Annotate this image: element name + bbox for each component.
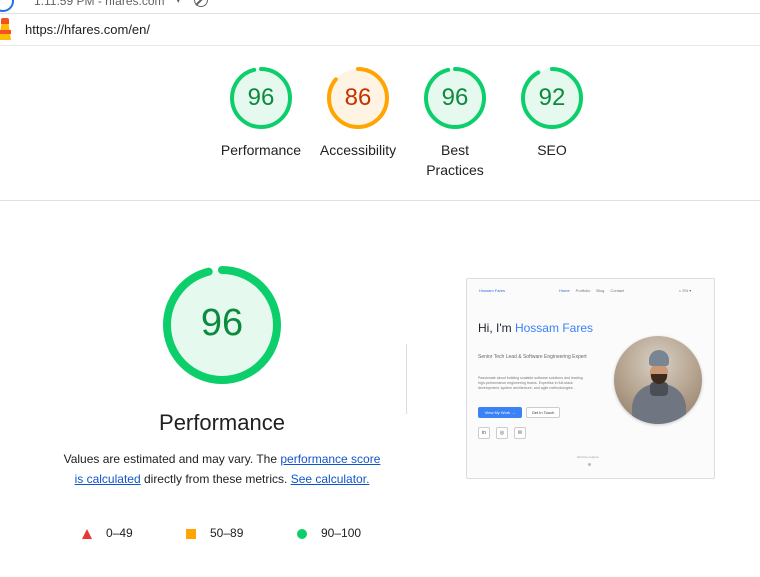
gauge-accessibility[interactable]: 86 — [325, 65, 391, 131]
preview-get-in-touch-button: Get In Touch — [526, 407, 560, 418]
preview-nav-blog: Blog — [596, 288, 605, 293]
performance-title: Performance — [159, 410, 285, 435]
preview-profile-photo — [614, 336, 702, 424]
section-divider — [0, 200, 760, 201]
audited-url[interactable]: https://hfares.com/en/ — [25, 22, 150, 37]
final-screenshot[interactable]: Hossam Fares Home Portfolio Blog Contact ◐ … — [466, 278, 715, 479]
preview-navbar: Hossam Fares Home Portfolio Blog Contact ◐ … — [467, 279, 714, 301]
vertical-separator — [406, 344, 407, 414]
profile-icon[interactable] — [0, 0, 14, 12]
desc-text-2: directly from these metrics. — [140, 472, 291, 486]
chevron-down-icon[interactable]: ▾ — [176, 0, 181, 6]
preview-view-work-button: View My Work → — [478, 407, 522, 418]
top-strip: 1:11:59 PM - hfares.com ▾ — [0, 0, 760, 14]
preview-nav-contact: Contact — [610, 288, 625, 293]
preview-nav-links: Home Portfolio Blog Contact — [559, 288, 630, 293]
preview-greeting: Hi, I'm — [478, 321, 515, 335]
legend-fail: 0–49 — [106, 526, 133, 540]
performance-gauge-large: 96 — [162, 265, 282, 385]
fail-triangle-icon — [82, 529, 92, 539]
preview-brand: Hossam Fares — [479, 288, 506, 293]
gauge-label: Best Practices — [426, 142, 484, 178]
preview-nav-portfolio: Portfolio — [575, 288, 591, 293]
preview-linkedin-icon: in — [478, 427, 490, 439]
see-calculator-link[interactable]: See calculator. — [291, 472, 370, 486]
gauge-best-practices[interactable]: 96 — [422, 65, 488, 131]
desc-text-1: Values are estimated and may vary. The — [63, 452, 281, 466]
pass-circle-icon — [297, 529, 307, 539]
gauge-score: 96 — [441, 84, 469, 111]
gauge-seo[interactable]: 92 — [519, 65, 585, 131]
gauge-label: Accessibility — [319, 142, 397, 158]
preview-language: ◐ EN ▾ — [679, 288, 692, 293]
gauge-score: 96 — [247, 84, 275, 111]
gauge-score: 92 — [538, 84, 566, 111]
url-row: https://hfares.com/en/ — [0, 14, 760, 46]
report-timestamp: 1:11:59 PM - hfares.com — [34, 0, 165, 8]
average-square-icon — [186, 529, 196, 539]
throttling-icon — [194, 0, 208, 7]
preview-paragraph: Passionate about building scalable softw… — [478, 376, 583, 390]
preview-scroll-hint: Scroll to explore — [577, 455, 599, 459]
preview-nav-home: Home — [559, 288, 570, 293]
preview-scroll-dot — [588, 463, 591, 466]
performance-score-large: 96 — [200, 302, 244, 344]
preview-subtitle: Senior Tech Lead & Software Engineering … — [478, 354, 587, 360]
gauge-score: 86 — [344, 84, 372, 111]
gauge-label: SEO — [537, 142, 567, 158]
preview-mail-icon: ✉ — [514, 427, 526, 439]
performance-description: Values are estimated and may vary. The p… — [62, 449, 382, 489]
gauge-performance[interactable]: 96 — [228, 65, 294, 131]
legend-average: 50–89 — [210, 526, 244, 540]
lighthouse-icon — [0, 18, 12, 42]
preview-web-icon: ◎ — [496, 427, 508, 439]
preview-heading: Hi, I'm Hossam Fares — [478, 321, 598, 335]
legend-pass: 90–100 — [321, 526, 362, 540]
preview-name: Hossam Fares — [514, 321, 593, 335]
